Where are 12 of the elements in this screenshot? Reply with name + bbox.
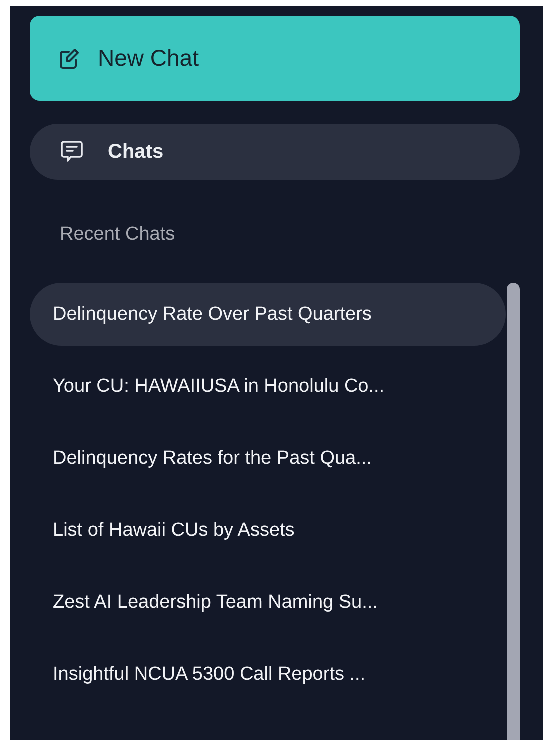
chat-list-item[interactable]: Your CU: HAWAIIUSA in Honolulu Co... (30, 355, 506, 418)
section-heading: Recent Chats (60, 224, 176, 246)
chat-list-item[interactable]: Delinquency Rate Over Past Quarters (30, 283, 506, 346)
edit-icon (60, 48, 80, 70)
chat-icon (60, 140, 84, 164)
chat-list-item[interactable]: Zest AI Leadership Team Naming Su... (30, 571, 506, 634)
scrollbar[interactable] (507, 283, 520, 740)
chat-list-item[interactable]: Delinquency Rates for the Past Qua... (30, 427, 506, 490)
chat-list-item[interactable]: List of Hawaii CUs by Assets (30, 499, 506, 562)
chat-list-item[interactable]: Insightful NCUA 5300 Call Reports ... (30, 643, 506, 706)
nav-item[interactable]: Chats (30, 124, 520, 180)
new-chat-button[interactable]: New Chat (30, 16, 520, 101)
